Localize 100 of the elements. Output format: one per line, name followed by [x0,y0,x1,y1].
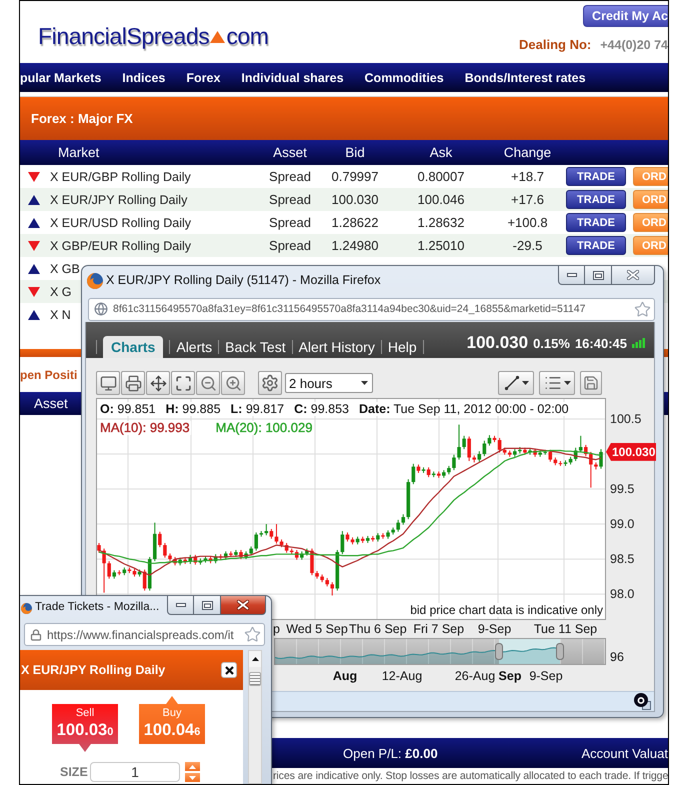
candlestick [462,435,466,450]
browser-icon [21,603,32,614]
address-bar[interactable]: 8f61c31156495570a8fa31ey=8f61c31156495570a8fa3114a94bec30&uid=24_16855&marketid=51147 [88,298,655,320]
column-header: Ask [430,145,452,160]
close-button[interactable] [221,662,237,678]
candlestick [97,542,101,554]
asset-type: Spread [269,238,311,253]
maximize-button[interactable] [584,266,612,285]
ask-price: 0.80007 [418,169,464,184]
move-arrows-icon [150,374,166,392]
date-readout: Date: Tue Sep 11, 2012 00:00 - 02:00 [358,402,570,416]
minimize-button[interactable] [167,596,194,615]
decrease-button[interactable] [185,773,200,782]
market-name: X EUR/JPY Rolling Daily [49,192,188,206]
list-icon [544,374,562,392]
close-button[interactable] [220,596,266,615]
last-price-tag: 100.030 [606,442,656,461]
candlestick [452,454,456,471]
date-axis-label: Tue 11 Sep [534,621,598,637]
browser-icon [87,273,103,289]
nav-link[interactable]: pular Markets [20,70,102,84]
close-readout: C: 99.853 [293,402,350,416]
address-bar[interactable]: https://www.financialspreads.com/it [24,623,265,646]
navigator-date-label: Sep [498,668,522,684]
fit-button[interactable] [171,371,195,395]
caret-icon [564,381,570,385]
zoom-out-button[interactable] [196,371,220,395]
price-axis-label: 100.5 [610,411,642,427]
candlestick [254,532,258,552]
interval-dropdown[interactable]: 2 hours [285,373,373,393]
print-button[interactable] [121,371,145,395]
save-button[interactable] [580,371,602,395]
change-value: +100.8 [507,215,548,230]
list-menu-button[interactable] [539,371,575,395]
nav-link[interactable]: Forex [186,70,220,84]
range-handle[interactable] [556,643,564,660]
tab[interactable]: Alerts [176,336,212,358]
quote-time: 16:40:45 [574,336,627,351]
tab[interactable]: Alert History [298,336,375,358]
dealing-number: +44(0)20 74 [600,38,668,52]
price-axis-label: 98.0 [610,586,634,602]
column-header: Change [504,145,552,160]
settings-button[interactable] [258,371,282,395]
size-input[interactable]: 1 [90,762,180,782]
candlestick [578,435,583,454]
logo-text: FinancialSpreads [38,22,210,50]
increase-button[interactable] [185,762,200,771]
candlestick [270,528,274,540]
range-handle[interactable] [495,643,503,660]
candlestick [107,560,111,580]
ask-price: 100.046 [418,192,464,207]
section-title: pen Positi [20,368,78,382]
candlestick [482,440,486,457]
line-tool-button[interactable] [498,371,534,395]
trade-button[interactable]: TRADE [566,236,626,255]
candlestick [467,436,471,462]
candlestick [264,524,268,536]
tab[interactable]: Help [388,336,417,358]
down-caret-icon [189,776,196,780]
date-axis-label: Wed 5 Sep [286,621,348,637]
change-value: +17.6 [511,192,544,207]
maximize-button[interactable] [193,596,221,615]
star-icon[interactable] [634,300,651,318]
addon-badge-icon[interactable] [634,693,651,710]
signal-bars-icon [632,338,645,348]
candlestick [158,531,162,548]
star-icon[interactable] [244,626,261,643]
legend-label: MA(20): 100.029 [214,421,314,435]
pan-button[interactable] [146,371,170,395]
change-value: -29.5 [512,238,542,253]
navigator-price-label: 96 [610,649,624,665]
account-button[interactable]: Credit My Ac [583,5,668,27]
scrollbar-thumb[interactable] [249,672,261,686]
size-label: SIZE [60,765,89,779]
tab[interactable]: Charts [103,336,164,358]
nav-link[interactable]: Commodities [364,70,444,84]
scroll-up-button[interactable] [249,651,261,667]
price-change: 0.15% [533,336,570,351]
navigator-date-label: 12-Aug [382,668,422,684]
lock-icon [30,628,42,640]
close-button[interactable] [611,266,655,285]
minimize-button[interactable] [558,266,585,285]
nav-link[interactable]: Indices [122,70,166,84]
chart-view-button[interactable] [96,371,120,395]
trade-button[interactable]: TRADE [566,190,626,209]
nav-link[interactable]: Bonds/Interest rates [464,70,586,84]
close-icon [627,270,639,280]
candlestick [498,437,502,454]
nav-link[interactable]: Individual shares [241,70,344,84]
trade-button[interactable]: TRADE [566,213,626,232]
zoom-in-button[interactable] [221,371,245,395]
price-axis-label: 99.5 [610,481,634,498]
expand-corners-icon [174,374,192,392]
globe-icon [94,302,108,316]
trade-button[interactable]: TRADE [566,167,626,186]
window-title: Trade Tickets - Mozilla... [35,601,160,613]
ask-price: 1.25010 [418,238,464,253]
column-header: Asset [273,145,307,160]
navigator-panel[interactable] [274,638,606,665]
tab[interactable]: Back Test [225,336,286,358]
